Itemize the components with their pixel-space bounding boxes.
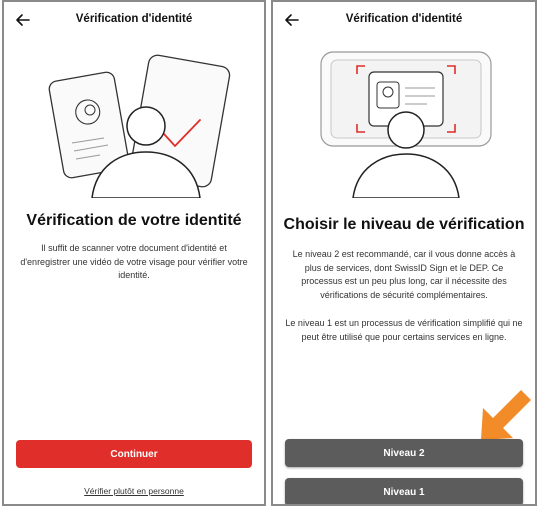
identity-verification-screen: Vérification d'identité Vérification de … [2, 0, 266, 506]
continue-button[interactable]: Continuer [16, 440, 252, 468]
top-bar: Vérification d'identité [4, 2, 264, 38]
verification-level-screen: Vérification d'identité Choisir le nivea… [271, 0, 537, 506]
level-2-description: Le niveau 2 est recommandé, car il vous … [292, 249, 516, 300]
header-title: Vérification d'identité [345, 13, 463, 25]
verify-in-person-link[interactable]: Vérifier plutôt en personne [4, 486, 264, 496]
page-heading: Choisir le niveau de vérification [283, 216, 525, 233]
top-bar: Vérification d'identité [273, 2, 535, 38]
scan-illustration [320, 51, 492, 198]
identity-illustration [48, 54, 231, 198]
header-title: Vérification d'identité [75, 13, 193, 25]
level-1-description: Le niveau 1 est un processus de vérifica… [285, 318, 523, 342]
description-text: Il suffit de scanner votre document d'id… [20, 243, 248, 280]
level-2-button[interactable]: Niveau 2 [285, 439, 523, 467]
level-1-button[interactable]: Niveau 1 [285, 478, 523, 504]
page-heading: Vérification de votre identité [26, 212, 242, 229]
orange-pointer-arrow-icon [481, 390, 531, 440]
